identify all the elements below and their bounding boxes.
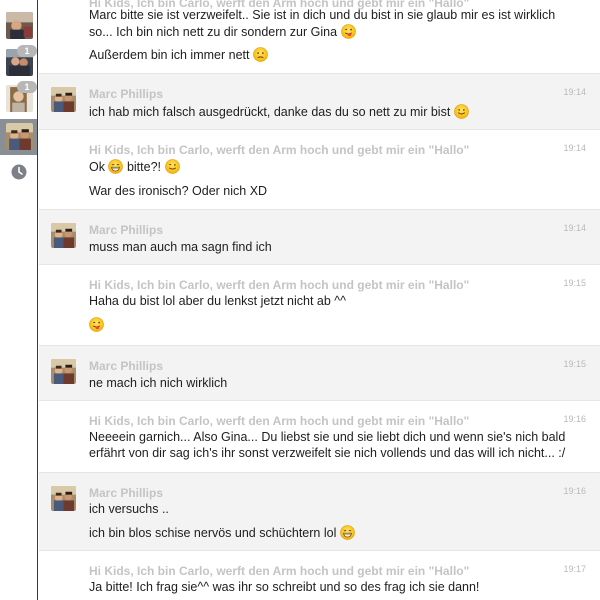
- message-carlo: Hi Kids, Ich bin Carlo, werft den Arm ho…: [39, 401, 600, 472]
- message-text: Ok bitte?!: [89, 159, 180, 174]
- message-carlo: Hi Kids, Ich bin Carlo, werft den Arm ho…: [39, 130, 600, 209]
- message-sender: Hi Kids, Ich bin Carlo, werft den Arm ho…: [89, 414, 470, 428]
- message-text: Haha du bist lol aber du lenkst jetzt ni…: [89, 294, 347, 308]
- avatar: [51, 223, 76, 248]
- message-time: 19:17: [563, 564, 586, 574]
- grin-emoji-icon: [108, 159, 123, 174]
- message-time: 19:16: [563, 486, 586, 496]
- clock-icon[interactable]: [11, 164, 27, 180]
- chat-message-list[interactable]: Hi Kids, Ich bin Carlo, werft den Arm ho…: [39, 0, 600, 600]
- message-carlo: Hi Kids, Ich bin Carlo, werft den Arm ho…: [39, 551, 600, 600]
- message-time: 19:16: [563, 414, 586, 424]
- avatar: [51, 486, 76, 511]
- message-time: 19:14: [563, 87, 586, 97]
- message-text: Ja bitte! Ich frag sie^^ was ihr so schr…: [89, 580, 480, 594]
- message-text: Außerdem bin ich immer nett: [89, 47, 268, 62]
- message-sender: Marc Phillips: [89, 486, 164, 500]
- conversation-avatar-active[interactable]: [6, 123, 33, 150]
- message-carlo: Hi Kids, Ich bin Carlo, werft den Arm ho…: [39, 265, 600, 345]
- conversation-sidebar: 1 1: [0, 0, 38, 600]
- message-time: 19:15: [563, 359, 586, 369]
- sad-emoji-icon: [253, 47, 268, 62]
- message-sender: Hi Kids, Ich bin Carlo, werft den Arm ho…: [89, 278, 470, 292]
- message-carlo: Hi Kids, Ich bin Carlo, werft den Arm ho…: [39, 0, 600, 74]
- message-text: muss man auch ma sagn find ich: [89, 240, 272, 254]
- smile-emoji-icon: [454, 104, 469, 119]
- message-marc: Marc Phillips 19:14 ich hab mich falsch …: [39, 73, 600, 130]
- message-time: 19:14: [563, 223, 586, 233]
- wink-emoji-icon: [165, 159, 180, 174]
- message-text: Marc bitte sie ist verzweifelt.. Sie ist…: [89, 8, 556, 22]
- message-text: Neeeein garnich... Also Gina... Du liebs…: [89, 430, 566, 444]
- message-marc: Marc Phillips 19:14 muss man auch ma sag…: [39, 209, 600, 265]
- message-sender: Marc Phillips: [89, 223, 164, 237]
- unread-badge: 1: [17, 81, 37, 93]
- tongue-emoji-icon: [89, 317, 104, 332]
- avatar: [51, 359, 76, 384]
- message-text: ich bin blos schise nervös und schüchter…: [89, 525, 355, 540]
- message-marc: Marc Phillips 19:15 ne mach ich nich wir…: [39, 345, 600, 401]
- message-sender: Hi Kids, Ich bin Carlo, werft den Arm ho…: [89, 564, 470, 578]
- message-sender: Marc Phillips: [89, 359, 164, 373]
- conversation-avatar-1[interactable]: [6, 12, 33, 39]
- tongue-emoji-icon: [341, 24, 356, 39]
- message-text: so... Ich bin nich nett zu dir sondern z…: [89, 24, 356, 39]
- message-time: 19:14: [563, 143, 586, 153]
- message-sender: Hi Kids, Ich bin Carlo, werft den Arm ho…: [89, 143, 470, 157]
- message-text: ich versuchs ..: [89, 502, 169, 516]
- message-text: War des ironisch? Oder nich XD: [89, 184, 268, 198]
- message-text: erfährt von dir sag ich's ihr sonst verz…: [89, 446, 566, 460]
- avatar: [51, 87, 76, 112]
- message-text: ich hab mich falsch ausgedrückt, danke d…: [89, 104, 469, 119]
- grin-emoji-icon: [340, 525, 355, 540]
- message-text: [89, 317, 104, 332]
- unread-badge: 1: [17, 45, 37, 57]
- message-text: ne mach ich nich wirklich: [89, 376, 228, 390]
- message-sender: Marc Phillips: [89, 87, 164, 101]
- message-time: 19:15: [563, 278, 586, 288]
- message-marc: Marc Phillips 19:16 ich versuchs .. ich …: [39, 472, 600, 551]
